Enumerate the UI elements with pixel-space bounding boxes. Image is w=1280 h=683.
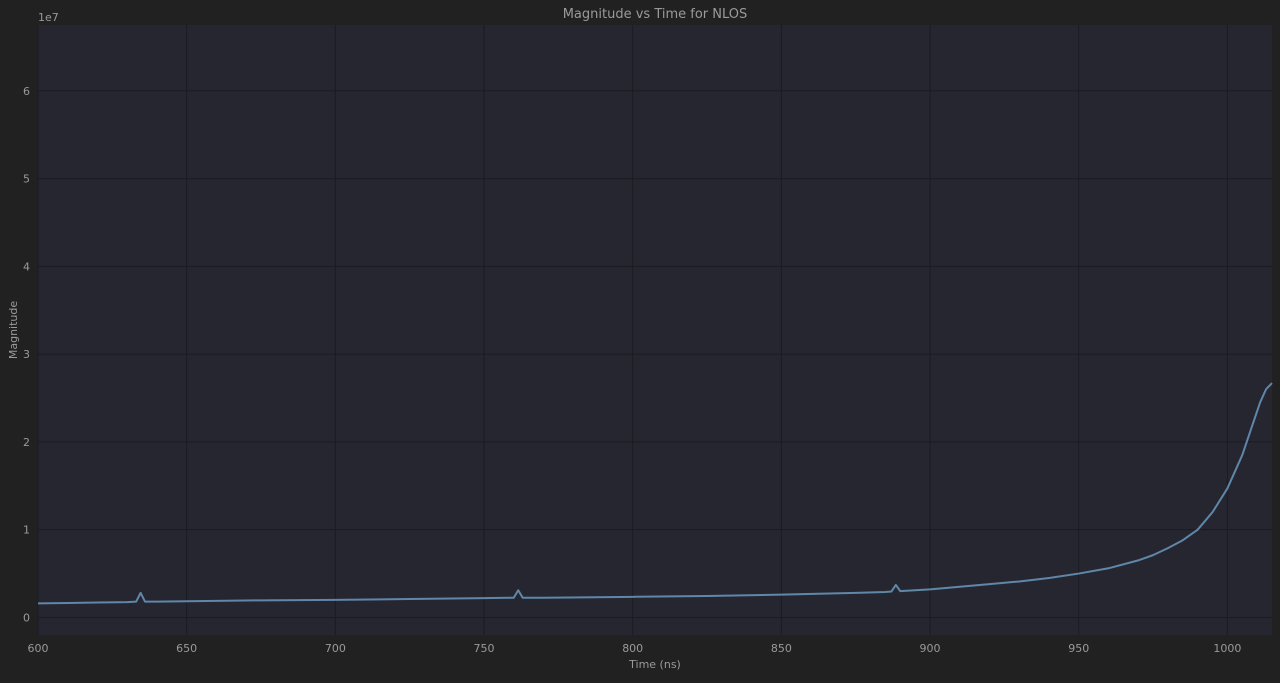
y-tick-label: 6 [23,85,30,98]
y-tick-label: 3 [23,348,30,361]
x-tick-label: 950 [1068,642,1089,655]
x-tick-label: 600 [28,642,49,655]
chart-container: 600 650 700 750 800 850 900 950 1000 0 1 2 3 4 5 6 Magn… [0,0,1280,679]
x-tick-label: 750 [474,642,495,655]
x-tick-label: 850 [771,642,792,655]
x-tick-label: 650 [176,642,197,655]
x-tick-label: 800 [622,642,643,655]
y-tick-label: 0 [23,611,30,624]
y-axis-label: Magnitude [7,301,20,360]
x-axis-label: Time (ns) [628,658,681,671]
x-tick-label: 700 [325,642,346,655]
plot-area [38,25,1272,635]
y-tick-label: 2 [23,436,30,449]
x-tick-label: 1000 [1213,642,1241,655]
y-axis-scale-label: 1e7 [38,11,59,24]
line-chart: 600 650 700 750 800 850 900 950 1000 0 1 2 3 4 5 6 Magn… [7,7,1273,671]
y-tick-label: 5 [23,173,30,186]
y-tick-label: 1 [23,524,30,537]
y-tick-label: 4 [23,260,30,273]
chart-title: Magnitude vs Time for NLOS [563,7,748,22]
x-tick-label: 900 [920,642,941,655]
